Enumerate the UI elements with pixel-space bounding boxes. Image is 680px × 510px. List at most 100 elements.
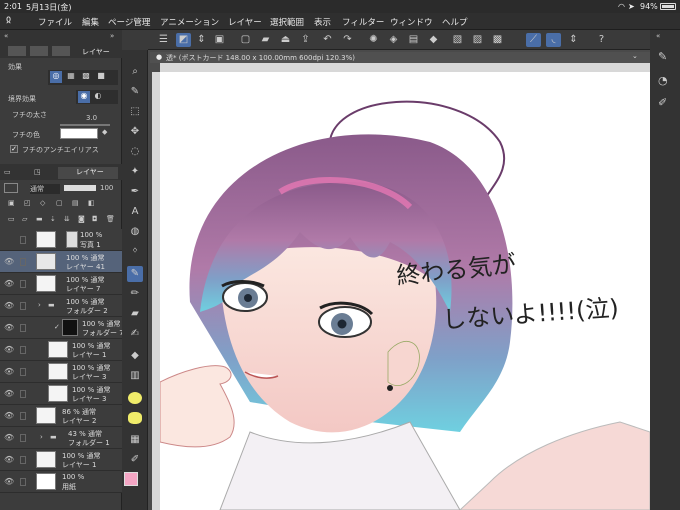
clear-icon[interactable]: ✺ xyxy=(366,33,381,47)
edge-width-value[interactable]: 3.0 xyxy=(86,114,97,122)
correct-line-tool-icon[interactable]: ✐ xyxy=(127,452,143,468)
operation-tool-icon[interactable]: ⬚ xyxy=(127,104,143,120)
edge-width-slider[interactable] xyxy=(60,124,110,126)
export-icon[interactable]: ⇪ xyxy=(298,33,313,47)
layer-row[interactable]: 👁 100 % 通常 レイヤー 1 xyxy=(0,449,122,471)
zoom-tool-icon[interactable]: ⌕ xyxy=(127,64,143,80)
folder-row[interactable]: 👁 › ▬ 43 % 通常 フォルダー 1 xyxy=(0,427,122,449)
new-folder-icon[interactable]: ▬ xyxy=(36,215,43,223)
layer-row[interactable]: 👁 100 % 通常 レイヤー 3 xyxy=(0,383,122,405)
eyedropper-tool-icon[interactable]: ✎ xyxy=(127,84,143,100)
panel-tab-b[interactable]: ◳ xyxy=(34,168,41,176)
visibility-icon[interactable]: 👁 xyxy=(4,367,14,377)
brush-size-icon[interactable]: ✎ xyxy=(658,50,667,63)
pattern-icon[interactable]: ▩ xyxy=(80,71,92,83)
panel-tab-layer[interactable]: レイヤー xyxy=(58,167,118,179)
layer-row[interactable]: 👁 ✓ 100 % 通常 フォルダー 7 xyxy=(0,317,122,339)
menu-file[interactable]: ファイル xyxy=(38,16,72,28)
lock-box[interactable] xyxy=(20,478,26,486)
folder-row[interactable]: 👁 › ▬ 100 % 通常 フォルダー 2 xyxy=(0,295,122,317)
clip-studio-logo-icon[interactable]: ჲ xyxy=(6,14,11,25)
layer-row-selected[interactable]: 👁 100 % 通常 レイヤー 41 xyxy=(0,251,122,273)
deselect-icon[interactable]: ▩ xyxy=(490,33,505,47)
blend-mode-select[interactable]: 通常 xyxy=(30,184,60,194)
fill-icon[interactable]: ◈ xyxy=(386,33,401,47)
transfer-down-icon[interactable]: ⇣ xyxy=(50,215,56,223)
canvas-paper[interactable]: 終わる気が しないよ!!!!(泣) xyxy=(160,72,650,510)
brush-tool-icon[interactable]: ᛜ xyxy=(127,244,143,260)
document-menu-icon[interactable]: ▣ xyxy=(212,33,227,47)
pencil-tool-icon[interactable]: ✏ xyxy=(127,286,143,302)
visibility-icon[interactable]: 👁 xyxy=(4,257,14,267)
folder-collapsed-icon[interactable]: › xyxy=(38,301,41,309)
redo-icon[interactable]: ↷ xyxy=(340,33,355,47)
hide-selection-icon[interactable]: ▧ xyxy=(450,33,465,47)
draft-icon[interactable]: ◇ xyxy=(40,199,45,207)
visibility-icon[interactable] xyxy=(4,235,14,245)
visibility-icon[interactable]: 👁 xyxy=(4,301,14,311)
lock-box[interactable] xyxy=(20,456,26,464)
close-tab-icon[interactable]: ● xyxy=(156,53,162,61)
add-mask-icon[interactable]: ◙ xyxy=(78,215,85,223)
menu-window[interactable]: ウィンドウ xyxy=(390,16,433,28)
panel-tab-a[interactable]: ▭ xyxy=(4,168,11,176)
blend-tool-icon[interactable]: ✍ xyxy=(127,326,143,342)
menu-page[interactable]: ページ管理 xyxy=(108,16,150,28)
ruler-tool-icon[interactable]: ▦ xyxy=(127,432,143,448)
paint-bucket-icon[interactable]: ◆ xyxy=(426,33,441,47)
visibility-icon[interactable]: 👁 xyxy=(4,323,14,333)
tone-icon[interactable]: ▦ xyxy=(65,71,77,83)
visibility-icon[interactable]: 👁 xyxy=(4,389,14,399)
panel-tab-2[interactable] xyxy=(30,46,48,56)
snap-curve-icon[interactable]: ◟ xyxy=(546,33,561,47)
edge-color-swatch[interactable] xyxy=(60,128,98,139)
watercolor-edge-icon[interactable]: ◐ xyxy=(92,91,104,103)
figure-tool-icon[interactable] xyxy=(128,392,142,404)
simple-mode-icon[interactable]: ◩ xyxy=(176,33,191,47)
layer-row[interactable]: 👁 86 % 通常 レイヤー 2 xyxy=(0,405,122,427)
opacity-value[interactable]: 100 xyxy=(100,184,113,192)
menu-layer[interactable]: レイヤー xyxy=(228,16,262,28)
lock-box[interactable] xyxy=(20,434,26,442)
color-wheel-icon[interactable]: ◔ xyxy=(658,74,668,87)
layer-row[interactable]: 👁 100 % 用紙 xyxy=(0,471,122,493)
help-icon[interactable]: ? xyxy=(594,33,609,47)
menu-view[interactable]: 表示 xyxy=(314,16,331,28)
new-raster-layer-icon[interactable]: ▭ xyxy=(8,215,15,223)
main-color-swatch[interactable] xyxy=(124,472,138,486)
visibility-icon[interactable]: 👁 xyxy=(4,433,14,443)
panel-tab-1[interactable] xyxy=(8,46,26,56)
visibility-icon[interactable]: 👁 xyxy=(4,279,14,289)
eraser-tool-icon[interactable]: ▰ xyxy=(127,306,143,322)
layer-row[interactable]: 100 % 写真 1 xyxy=(0,229,122,251)
chevron-down-icon[interactable]: ⌄ xyxy=(632,52,638,60)
new-vector-layer-icon[interactable]: ▱ xyxy=(22,215,27,223)
border-effect-icon[interactable]: ◎ xyxy=(50,71,62,83)
layer-row[interactable]: 👁 100 % 通常 レイヤー 3 xyxy=(0,361,122,383)
lock-box[interactable] xyxy=(20,368,26,376)
lock-box[interactable] xyxy=(20,390,26,398)
merge-icon[interactable]: ⇊ xyxy=(64,215,70,223)
clip-icon[interactable]: ▣ xyxy=(8,199,15,207)
antialias-checkbox[interactable]: ✓ xyxy=(10,145,18,153)
pen-tool-icon[interactable]: ✒ xyxy=(127,184,143,200)
transform-icon[interactable]: ▤ xyxy=(406,33,421,47)
lock-box[interactable] xyxy=(20,346,26,354)
menu-edit[interactable]: 編集 xyxy=(82,16,99,28)
frame-tool-icon[interactable] xyxy=(128,412,142,424)
lasso-tool-icon[interactable]: ◌ xyxy=(127,144,143,160)
snap-special-icon[interactable]: ⇕ xyxy=(566,33,581,47)
snap-ruler-icon[interactable]: ⟋ xyxy=(526,33,541,47)
menu-animation[interactable]: アニメーション xyxy=(160,16,219,28)
save-icon[interactable]: ⏏ xyxy=(278,33,293,47)
menu-filter[interactable]: フィルター xyxy=(342,16,384,28)
layer-color-icon[interactable]: ■ xyxy=(95,71,107,83)
layer-row[interactable]: 👁 100 % 通常 レイヤー 7 xyxy=(0,273,122,295)
lock-box[interactable] xyxy=(20,412,26,420)
apply-mask-icon[interactable]: ◘ xyxy=(92,215,98,223)
balloon-tool-icon[interactable]: ◍ xyxy=(127,224,143,240)
folder-collapsed-icon[interactable]: › xyxy=(40,433,43,441)
text-tool-icon[interactable]: A xyxy=(127,204,143,220)
new-document-icon[interactable]: ▢ xyxy=(238,33,253,47)
open-folder-icon[interactable]: ▰ xyxy=(258,33,273,47)
